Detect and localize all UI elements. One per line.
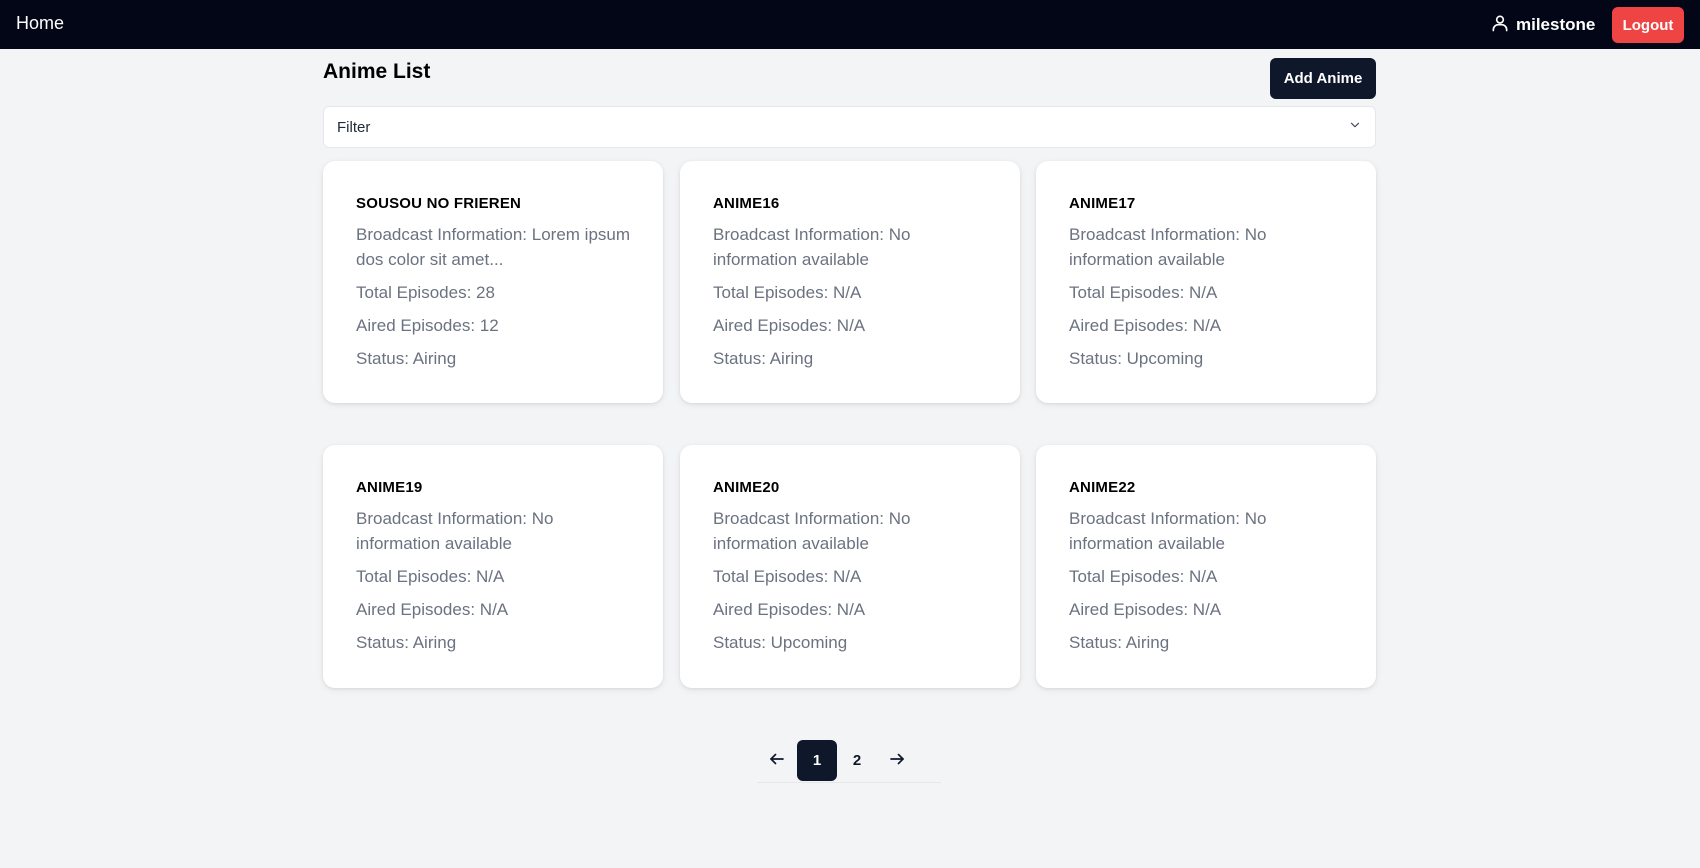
aired-episodes: Aired Episodes: N/A xyxy=(1069,316,1222,335)
arrow-left-icon xyxy=(768,750,786,771)
status: Status: Airing xyxy=(713,349,814,368)
filter-dropdown[interactable]: Filter xyxy=(323,106,1376,148)
status: Status: Upcoming xyxy=(1069,349,1204,368)
add-anime-button[interactable]: Add Anime xyxy=(1270,58,1376,99)
aired-episodes: Aired Episodes: N/A xyxy=(356,600,509,619)
anime-title: SOUSOU NO FRIEREN xyxy=(356,195,522,212)
aired-episodes: Aired Episodes: N/A xyxy=(1069,600,1222,619)
user-menu[interactable]: milestone xyxy=(1490,12,1595,38)
anime-card[interactable]: ANIME22 Broadcast Information: No inform… xyxy=(1036,445,1376,688)
total-episodes: Total Episodes: N/A xyxy=(356,567,505,586)
aired-episodes: Aired Episodes: N/A xyxy=(713,600,866,619)
anime-title: ANIME20 xyxy=(713,479,780,496)
user-icon xyxy=(1490,13,1510,38)
anime-title: ANIME16 xyxy=(713,195,780,212)
total-episodes: Total Episodes: N/A xyxy=(713,283,862,302)
total-episodes: Total Episodes: N/A xyxy=(1069,567,1218,586)
logout-button[interactable]: Logout xyxy=(1612,7,1684,43)
broadcast-info: Broadcast Information: Lorem ipsum dos c… xyxy=(356,225,631,269)
home-link[interactable]: Home xyxy=(16,13,64,34)
page-button-1[interactable]: 1 xyxy=(797,740,837,781)
status: Status: Upcoming xyxy=(713,633,848,652)
broadcast-info: Broadcast Information: No information av… xyxy=(1069,509,1267,553)
total-episodes: Total Episodes: 28 xyxy=(356,283,495,302)
pagination: 1 2 xyxy=(757,739,941,783)
status: Status: Airing xyxy=(356,633,457,652)
page-button-2[interactable]: 2 xyxy=(837,740,877,781)
status: Status: Airing xyxy=(356,349,457,368)
page-title: Anime List xyxy=(323,60,431,83)
anime-card[interactable]: SOUSOU NO FRIEREN Broadcast Information:… xyxy=(323,161,663,403)
filter-label: Filter xyxy=(337,118,371,136)
total-episodes: Total Episodes: N/A xyxy=(1069,283,1218,302)
broadcast-info: Broadcast Information: No information av… xyxy=(713,225,911,269)
broadcast-info: Broadcast Information: No information av… xyxy=(1069,225,1267,269)
aired-episodes: Aired Episodes: N/A xyxy=(713,316,866,335)
anime-title: ANIME19 xyxy=(356,479,423,496)
anime-title: ANIME17 xyxy=(1069,195,1136,212)
anime-card[interactable]: ANIME17 Broadcast Information: No inform… xyxy=(1036,161,1376,403)
anime-card[interactable]: ANIME20 Broadcast Information: No inform… xyxy=(680,445,1020,688)
anime-card[interactable]: ANIME19 Broadcast Information: No inform… xyxy=(323,445,663,688)
arrow-right-icon xyxy=(888,750,906,771)
chevron-down-icon xyxy=(1348,118,1362,137)
anime-card[interactable]: ANIME16 Broadcast Information: No inform… xyxy=(680,161,1020,403)
top-navbar: Home milestone Logout xyxy=(0,0,1700,49)
total-episodes: Total Episodes: N/A xyxy=(713,567,862,586)
next-page-button[interactable] xyxy=(877,741,917,781)
broadcast-info: Broadcast Information: No information av… xyxy=(713,509,911,553)
anime-title: ANIME22 xyxy=(1069,479,1136,496)
aired-episodes: Aired Episodes: 12 xyxy=(356,316,499,335)
username: milestone xyxy=(1516,15,1596,34)
status: Status: Airing xyxy=(1069,633,1170,652)
prev-page-button[interactable] xyxy=(757,741,797,781)
broadcast-info: Broadcast Information: No information av… xyxy=(356,509,554,553)
